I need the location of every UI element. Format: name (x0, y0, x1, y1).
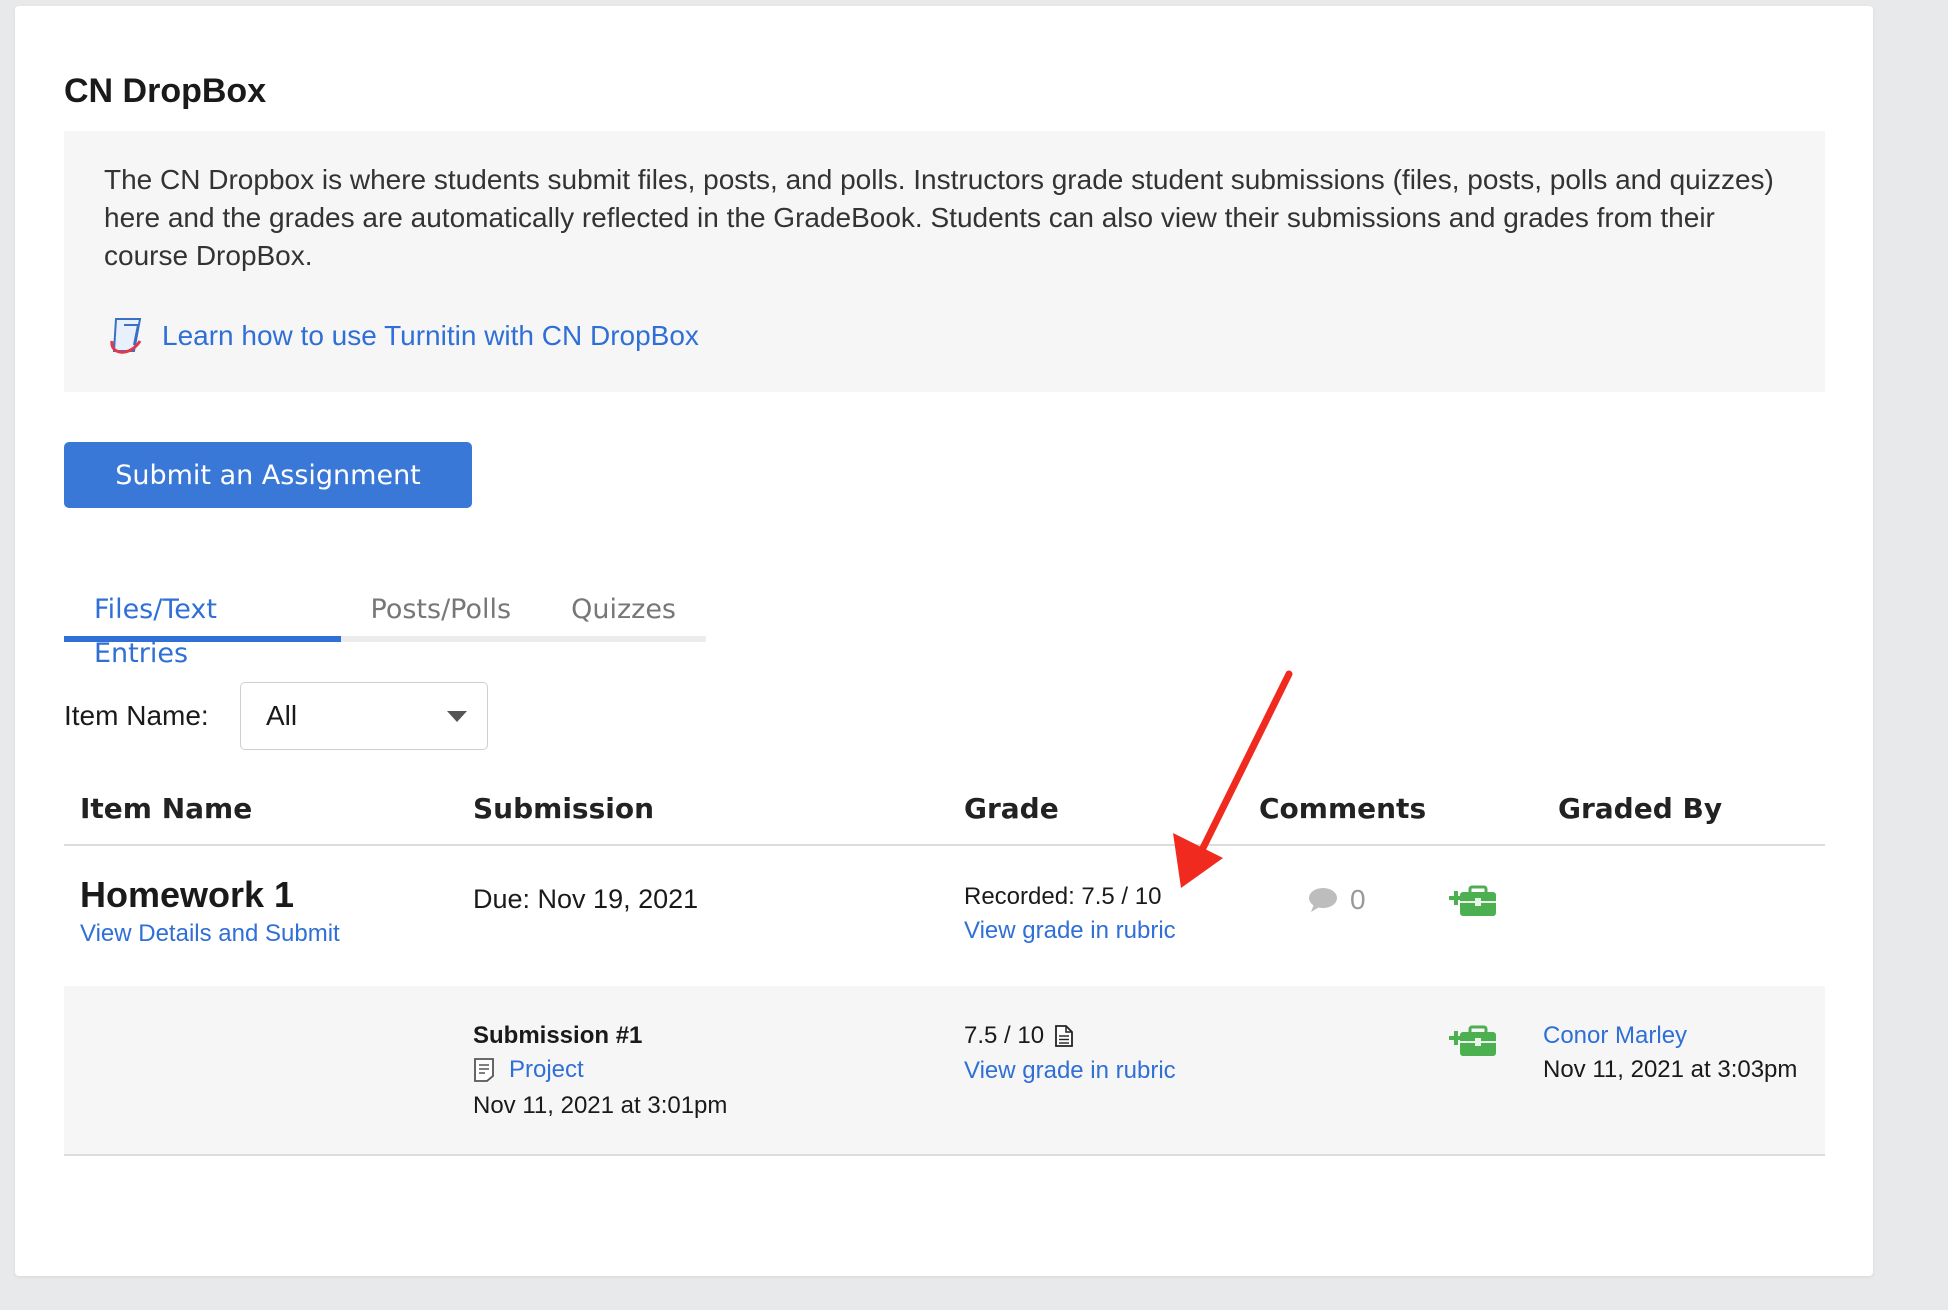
turnitin-link[interactable]: Learn how to use Turnitin with CN DropBo… (162, 320, 699, 352)
tab-quizzes[interactable]: Quizzes (541, 588, 706, 642)
header-graded-by[interactable]: Graded By (1558, 792, 1722, 825)
table-bottom-divider (64, 1154, 1825, 1156)
header-comments[interactable]: Comments (1259, 792, 1426, 825)
tab-bar: Files/Text Entries Posts/Polls Quizzes (64, 588, 706, 669)
chevron-down-icon (447, 711, 467, 722)
submission-title: Submission #1 (473, 1022, 643, 1049)
turnitin-icon (110, 318, 142, 354)
page-title: CN DropBox (64, 72, 267, 110)
due-date: Due: Nov 19, 2021 (473, 884, 699, 914)
document-icon (474, 1058, 494, 1082)
comments-count-value: 0 (1350, 884, 1366, 915)
comment-bubble-icon (1309, 888, 1337, 912)
add-grade-icon (1449, 885, 1496, 916)
info-panel: The CN Dropbox is where students submit … (64, 131, 1825, 392)
submission-date: Nov 11, 2021 at 3:01pm (473, 1092, 728, 1119)
item-title: Homework 1 (80, 874, 295, 915)
submission-grade-value: 7.5 / 10 (964, 1022, 1045, 1049)
recorded-grade: Recorded: 7.5 / 10 (964, 883, 1162, 910)
grader-name-link[interactable]: Conor Marley (1543, 1022, 1687, 1050)
comments-count[interactable]: 0 (1308, 884, 1366, 916)
item-name-select-value: All (266, 700, 298, 731)
submit-assignment-button[interactable]: Submit an Assignment (64, 442, 472, 508)
header-item-name[interactable]: Item Name (80, 792, 252, 825)
submission-view-grade-rubric-link[interactable]: View grade in rubric (964, 1057, 1176, 1085)
rubric-document-icon (1055, 1025, 1073, 1047)
view-details-link[interactable]: View Details and Submit (80, 920, 340, 948)
info-description: The CN Dropbox is where students submit … (104, 164, 1774, 271)
grade-submission-button[interactable] (1448, 1024, 1498, 1063)
tab-posts-polls[interactable]: Posts/Polls (341, 588, 542, 642)
view-grade-rubric-link[interactable]: View grade in rubric (964, 917, 1176, 945)
item-name-filter-label: Item Name: (64, 700, 209, 731)
header-submission[interactable]: Submission (473, 792, 654, 825)
project-file-link[interactable]: Project (509, 1056, 584, 1084)
submission-file: Project (473, 1056, 584, 1084)
item-name-select[interactable]: All (240, 682, 488, 750)
turnitin-help: Learn how to use Turnitin with CN DropBo… (104, 311, 699, 361)
tab-files-text-entries[interactable]: Files/Text Entries (64, 588, 341, 669)
grade-item-button[interactable] (1448, 884, 1498, 923)
header-grade[interactable]: Grade (964, 792, 1059, 825)
graded-date: Nov 11, 2021 at 3:03pm (1543, 1056, 1798, 1083)
add-grade-icon (1449, 1025, 1496, 1056)
submission-grade: 7.5 / 10 (964, 1022, 1074, 1050)
header-divider (64, 844, 1825, 846)
